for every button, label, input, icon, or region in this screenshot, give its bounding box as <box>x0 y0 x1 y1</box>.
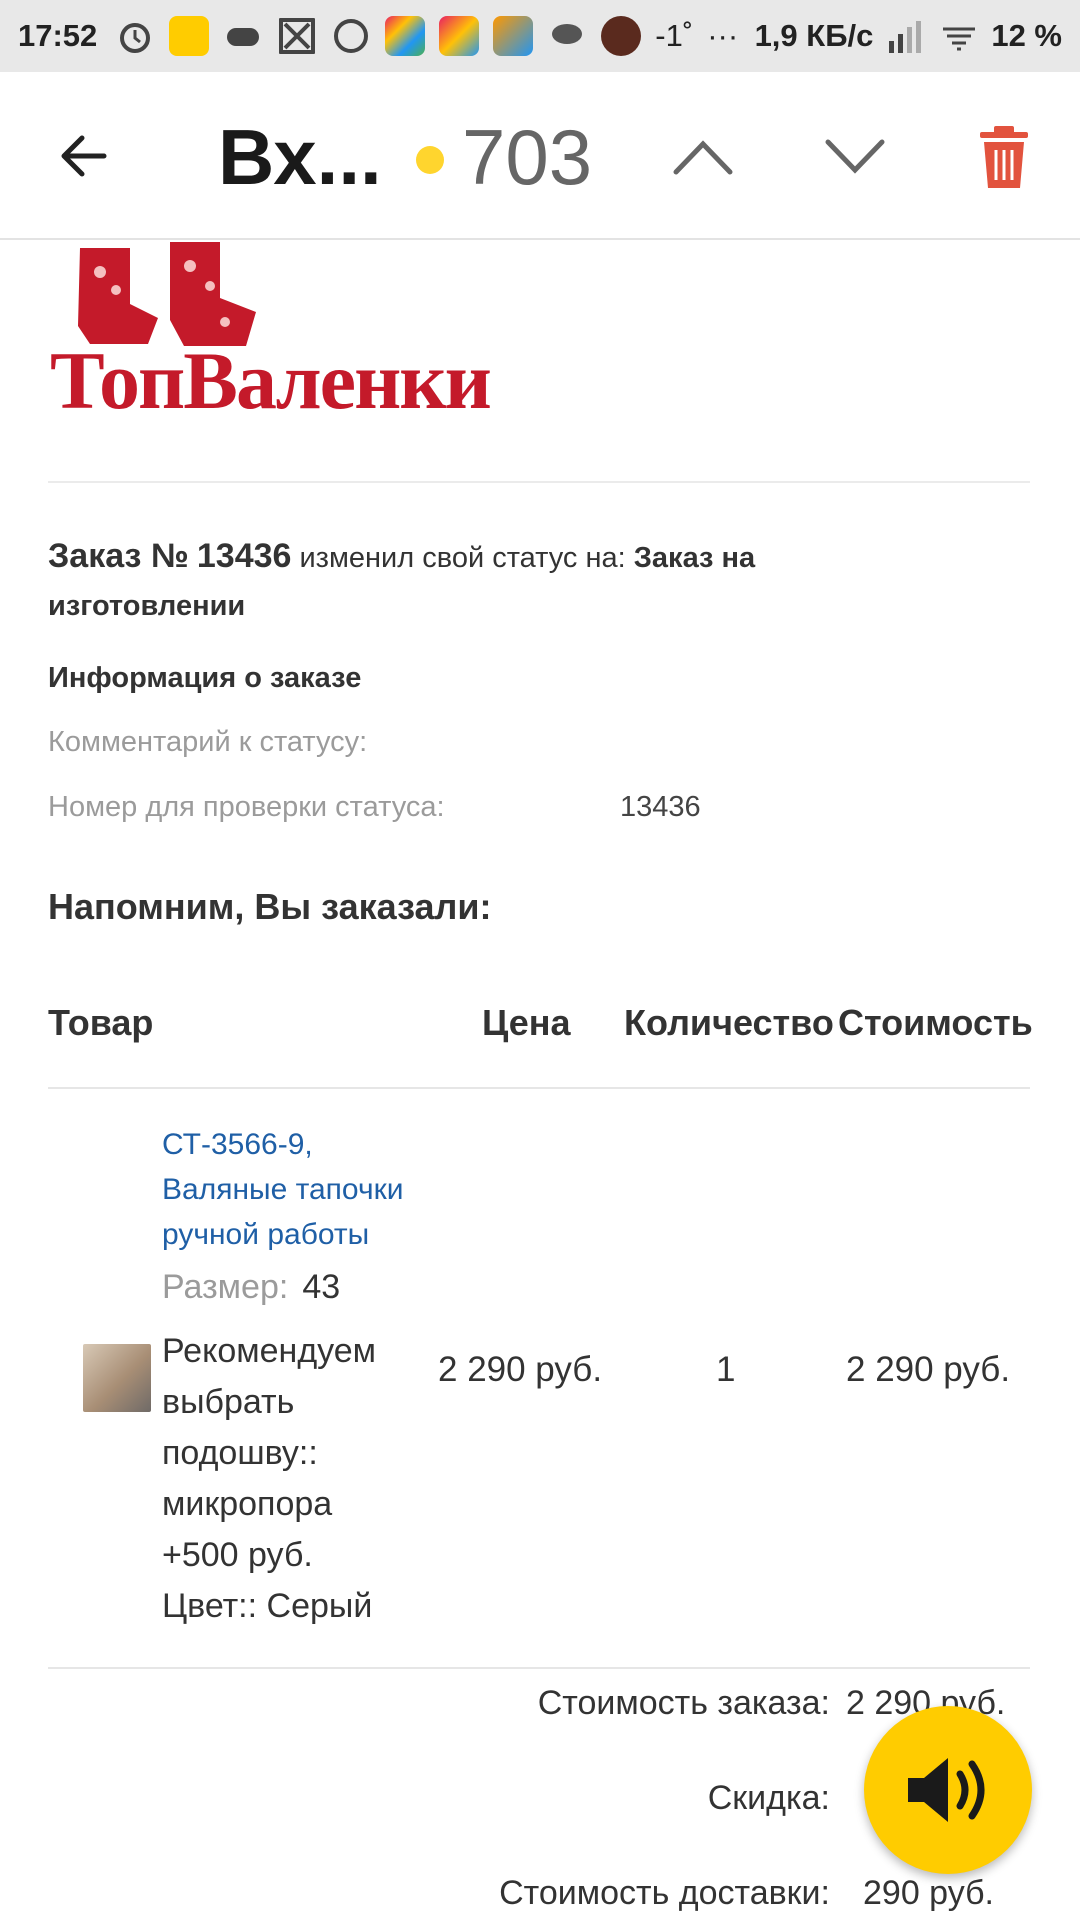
messenger-icon <box>334 19 369 53</box>
product-size: Размер: 43 <box>162 1268 340 1307</box>
row-quantity: 1 <box>716 1350 736 1389</box>
order-info-heading: Информация о заказе <box>48 662 362 694</box>
product-thumbnail[interactable] <box>83 1344 151 1412</box>
weather-icon <box>552 24 583 44</box>
discount-label: Скидка: <box>707 1779 830 1817</box>
order-cost-label: Стоимость заказа: <box>537 1684 830 1722</box>
product-link-line[interactable]: Валяные тапочки <box>162 1167 452 1212</box>
option-line: микропора <box>162 1485 333 1523</box>
row-price: 2 290 руб. <box>438 1350 603 1389</box>
delivery-cost-label: Стоимость доставки: <box>499 1874 830 1912</box>
speaker-icon <box>908 1758 985 1822</box>
folder-title: Вх... <box>218 113 382 201</box>
check-number-value: 13436 <box>620 791 701 823</box>
divider <box>48 1087 1030 1089</box>
email-toolbar: Вх... 703 <box>0 72 1080 240</box>
wifi-icon <box>943 27 976 51</box>
column-header-product: Товар <box>48 1002 154 1043</box>
product-link-line[interactable]: ручной работы <box>162 1212 452 1257</box>
reminder-heading: Напомним, Вы заказали: <box>48 886 492 927</box>
brand-logo: ТопВаленки <box>50 242 590 427</box>
product-link[interactable]: СТ-3566-9, Валяные тапочки ручной работы <box>162 1122 452 1257</box>
size-label: Размер: <box>162 1268 289 1306</box>
download-icon <box>279 18 316 54</box>
signal-icon <box>889 21 922 53</box>
espresso-icon <box>601 16 642 56</box>
read-aloud-button[interactable] <box>864 1706 1032 1874</box>
option-line: Цвет:: Серый <box>162 1587 373 1625</box>
status-time: 17:52 <box>18 18 98 53</box>
order-label: Заказ № <box>48 537 189 575</box>
row-cost: 2 290 руб. <box>846 1350 1011 1389</box>
kate-app-icon-2 <box>439 16 480 56</box>
email-body: ТопВаленки Заказ № 13436 изменил свой ст… <box>0 242 1080 1920</box>
net-speed: 1,9 КБ/с <box>754 18 874 53</box>
product-link-line[interactable]: СТ-3566-9, <box>162 1122 452 1167</box>
option-line: +500 руб. <box>162 1536 313 1574</box>
brand-name: ТопВаленки <box>50 335 492 426</box>
chevron-down-icon[interactable] <box>820 132 890 182</box>
option-line: подошву:: <box>162 1434 318 1472</box>
option-line: Рекомендуем <box>162 1332 377 1370</box>
alarm-icon <box>120 23 151 53</box>
column-header-price: Цена <box>482 1002 571 1043</box>
option-line: выбрать <box>162 1383 295 1421</box>
battery-level: 12 % <box>991 18 1062 53</box>
kate-app-icon-3 <box>493 16 534 56</box>
status-right: 1,9 КБ/с 12 % <box>755 18 1062 54</box>
app-notification-icon <box>169 16 210 56</box>
status-bar: 17:52 -1˚ ··· 1,9 КБ/с 12 % <box>0 0 1080 72</box>
delivery-cost-value: 290 руб. <box>863 1874 995 1912</box>
back-arrow-icon[interactable] <box>56 126 116 186</box>
divider <box>48 481 1030 483</box>
more-notifications: ··· <box>707 18 739 53</box>
column-header-quantity: Количество <box>624 1002 834 1043</box>
size-value: 43 <box>302 1268 341 1306</box>
kate-app-icon <box>385 16 426 56</box>
order-status-line: Заказ № 13436 изменил свой статус на: За… <box>48 532 948 630</box>
column-header-cost: Стоимость <box>838 1002 1033 1043</box>
product-options: Рекомендуем выбрать подошву:: микропора … <box>162 1326 442 1632</box>
gamepad-icon <box>227 28 260 46</box>
notification-icons: -1˚ ··· <box>115 16 738 56</box>
order-number: 13436 <box>196 537 292 575</box>
status-comment-label: Комментарий к статусу: <box>48 726 368 758</box>
check-number-label: Номер для проверки статуса: <box>48 791 445 823</box>
trash-icon[interactable] <box>976 124 1032 190</box>
unread-count: 703 <box>462 113 593 201</box>
divider <box>48 1667 1030 1669</box>
weather-temp: -1˚ <box>655 18 694 53</box>
chevron-up-icon[interactable] <box>668 132 738 182</box>
unread-dot-icon <box>416 146 444 174</box>
status-changed-text: изменил свой статус на: <box>299 542 626 574</box>
